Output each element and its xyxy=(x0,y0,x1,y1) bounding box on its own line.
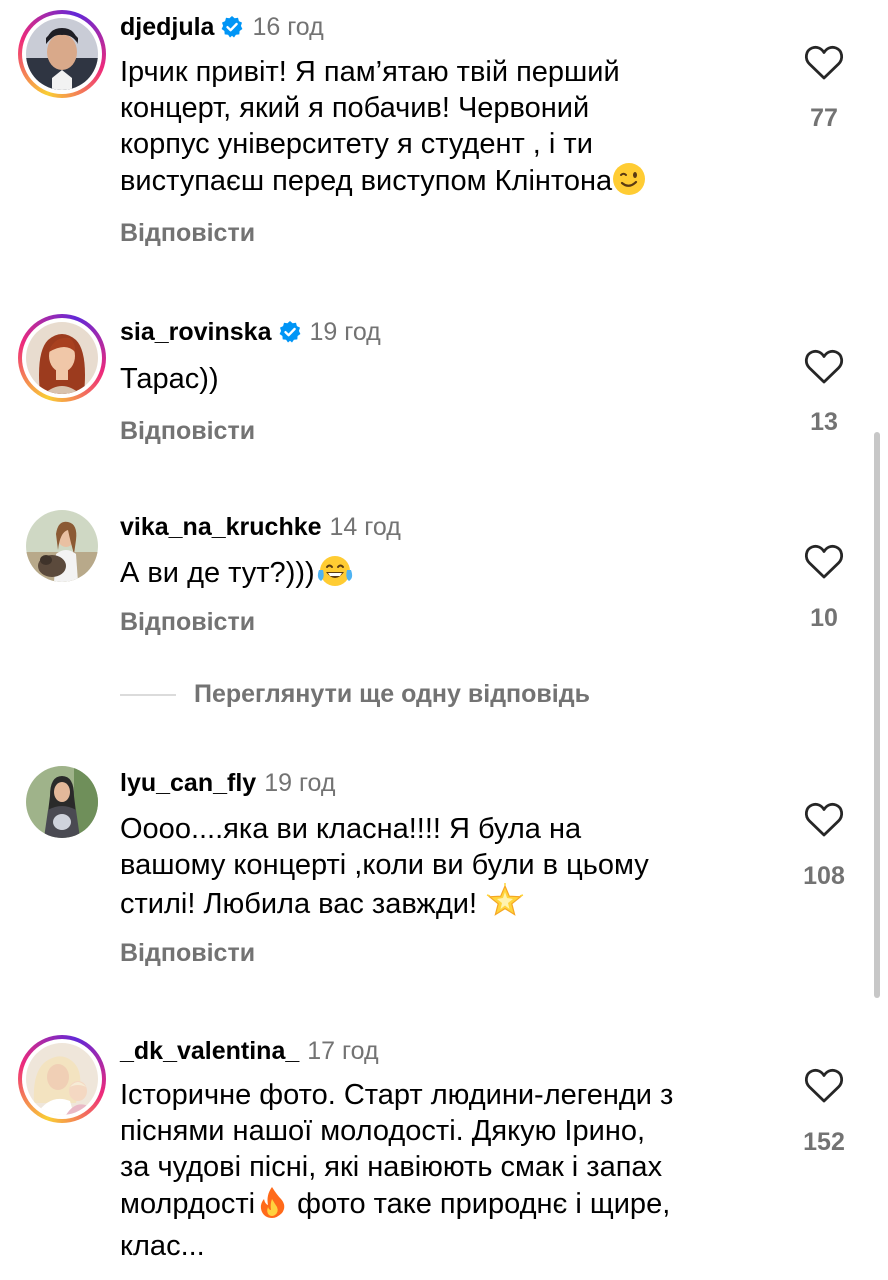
glowing-star-emoji-icon xyxy=(485,883,525,928)
username[interactable]: _dk_valentina_ xyxy=(120,1037,299,1065)
timestamp: 16 год xyxy=(252,13,324,41)
heart-icon[interactable] xyxy=(802,44,846,85)
comment-text: Оооо....яка ви класна!!!! Я була на вашо… xyxy=(120,811,740,928)
like-count: 77 xyxy=(810,104,838,132)
timestamp: 19 год xyxy=(264,769,336,797)
like-count: 13 xyxy=(810,408,838,436)
verified-badge-icon xyxy=(220,15,244,46)
heart-icon[interactable] xyxy=(802,1067,846,1108)
heart-icon[interactable] xyxy=(802,801,846,842)
timestamp: 14 год xyxy=(329,513,401,541)
username[interactable]: sia_rovinska xyxy=(120,318,272,346)
scrollbar[interactable] xyxy=(874,432,880,998)
timestamp: 19 год xyxy=(309,318,381,346)
reply-button[interactable]: Відповісти xyxy=(120,417,255,446)
view-more-replies-label[interactable]: Переглянути ще одну відповідь xyxy=(194,680,590,709)
timestamp: 17 год xyxy=(307,1037,379,1065)
like-count: 10 xyxy=(810,604,838,632)
verified-badge-icon xyxy=(278,320,302,351)
username[interactable]: djedjula xyxy=(120,13,214,41)
avatar[interactable] xyxy=(18,10,106,98)
avatar[interactable] xyxy=(18,1035,106,1123)
fire-emoji-icon xyxy=(255,1185,289,1228)
comment-text: Історичне фото. Старт людини-легенди з п… xyxy=(120,1079,674,1262)
reply-button[interactable]: Відповісти xyxy=(120,939,255,968)
username[interactable]: lyu_can_fly xyxy=(120,769,256,797)
comment-text: Тарас)) xyxy=(120,363,219,395)
username[interactable]: vika_na_kruchke xyxy=(120,513,322,541)
comment-text: Ірчик привіт! Я пам’ятаю твій перший кон… xyxy=(120,54,740,205)
heart-icon[interactable] xyxy=(802,543,846,584)
comment-text: А ви де тут?))) xyxy=(120,554,740,597)
avatar[interactable] xyxy=(18,314,106,402)
reply-button[interactable]: Відповісти xyxy=(120,608,255,637)
reply-button[interactable]: Відповісти xyxy=(120,219,255,248)
like-count: 108 xyxy=(803,862,845,890)
divider xyxy=(120,694,176,696)
avatar[interactable] xyxy=(18,502,106,590)
winking-face-emoji-icon xyxy=(612,162,646,205)
like-count: 152 xyxy=(803,1128,845,1156)
tears-of-joy-emoji-icon xyxy=(315,554,355,597)
avatar[interactable] xyxy=(18,758,106,846)
heart-icon[interactable] xyxy=(802,348,846,389)
